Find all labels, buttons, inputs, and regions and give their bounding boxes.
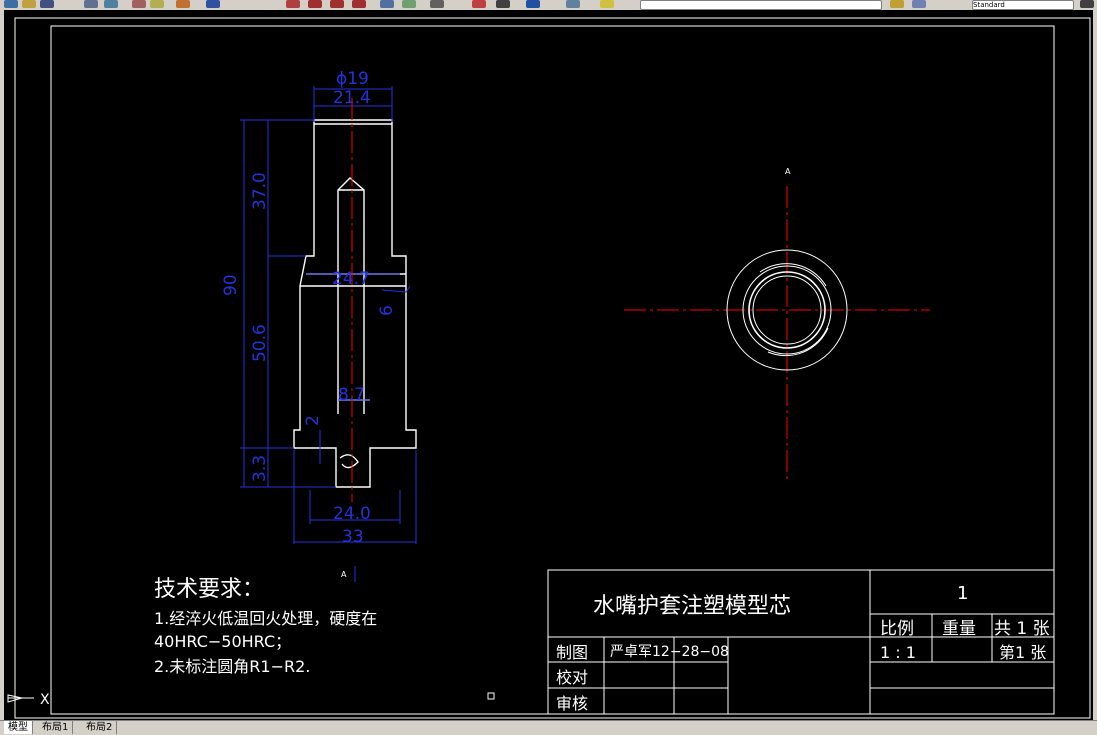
pin-outline	[337, 177, 365, 414]
paste-icon[interactable]	[176, 0, 190, 8]
text-style-icon[interactable]	[1080, 0, 1094, 8]
scale-value: 1 : 1	[880, 643, 916, 662]
check-label: 校对	[556, 668, 588, 687]
title-block-frame	[547, 569, 1055, 715]
properties-icon[interactable]	[380, 0, 394, 8]
dim-text-8-7: 8.7	[338, 385, 365, 405]
layer-manager-icon[interactable]	[566, 0, 580, 8]
calculator-icon[interactable]	[496, 0, 510, 8]
drawing-canvas[interactable]: ϕ19 21.4 37.0 90 24.7 6 50.6 8.7 2 3.3 2…	[0, 10, 1093, 720]
new-icon[interactable]	[4, 0, 18, 8]
thread-arc-top	[759, 263, 827, 287]
preview-icon[interactable]	[104, 0, 118, 8]
layer-previous-icon[interactable]	[912, 0, 926, 8]
slot-arc	[339, 454, 359, 469]
zoom-previous-icon[interactable]	[352, 0, 366, 8]
print-icon[interactable]	[84, 0, 98, 8]
dim-text-2: 2	[303, 415, 323, 426]
title-block-texts: 水嘴护套注塑模型芯 1 比例 重量 共 1 张 1 : 1 第1 张 制图 严卓…	[556, 583, 1050, 713]
dim-text-dia19: ϕ19	[336, 69, 369, 89]
dim-text-33: 33	[342, 527, 364, 547]
section-mark-bottom: A	[341, 570, 347, 579]
tech-line-2: 40HRC−50HRC；	[154, 632, 291, 651]
layer-state-icon[interactable]	[600, 0, 614, 8]
dim-text-24: 24.0	[333, 504, 371, 524]
cut-icon[interactable]	[132, 0, 146, 8]
ucs-x-label: X	[40, 692, 50, 708]
sheet-index: 第1 张	[999, 643, 1046, 662]
core-body-outline	[293, 119, 417, 488]
copy-icon[interactable]	[150, 0, 164, 8]
total-sheets: 共 1 张	[994, 619, 1050, 639]
zoom-window-icon[interactable]	[330, 0, 344, 8]
tab-layout2[interactable]: 布局2	[82, 721, 118, 734]
design-center-icon[interactable]	[402, 0, 416, 8]
tech-line-1: 1.经淬火低温回火处理，硬度在	[154, 609, 377, 628]
tech-line-3: 2.未标注圆角R1−R2.	[154, 657, 310, 676]
dim-text-90: 90	[221, 274, 241, 296]
dim-text-21-4: 21.4	[333, 88, 371, 108]
open-icon[interactable]	[22, 0, 36, 8]
center-lines	[351, 98, 930, 502]
dim-text-3-3: 3.3	[250, 455, 270, 482]
dim-text-50-6: 50.6	[250, 324, 270, 362]
drawn-label: 制图	[556, 643, 588, 662]
part-name: 水嘴护套注塑模型芯	[593, 594, 791, 619]
right-frame	[1093, 10, 1097, 720]
ucs-icon: X	[7, 692, 50, 708]
tab-layout1[interactable]: 布局1	[38, 721, 74, 734]
layout-tabs: 模型 布局1 布局2	[0, 720, 1097, 735]
core-part-outline	[293, 119, 417, 488]
dim-text-24-7: 24.7	[332, 269, 370, 289]
dim-text-37: 37.0	[250, 172, 270, 210]
section-mark-top: A	[785, 167, 791, 176]
tool-palette-icon[interactable]	[430, 0, 444, 8]
dim-text-6: 6	[377, 305, 397, 316]
scale-label: 比例	[880, 619, 914, 639]
style-dropdown[interactable]: Standard	[972, 0, 1074, 10]
review-label: 审核	[556, 694, 588, 713]
layer-dropdown[interactable]	[640, 0, 882, 10]
weight-label: 重量	[942, 619, 976, 639]
toolbar: Standard	[0, 0, 1097, 10]
zoom-realtime-icon[interactable]	[308, 0, 322, 8]
markup-icon[interactable]	[472, 0, 486, 8]
sheet-number: 1	[957, 583, 968, 604]
undo-icon[interactable]	[206, 0, 220, 8]
technical-requirements: 技术要求： 1.经淬火低温回火处理，硬度在 40HRC−50HRC； 2.未标注…	[154, 577, 377, 676]
tab-model[interactable]: 模型	[4, 721, 33, 734]
make-current-icon[interactable]	[890, 0, 904, 8]
title-block	[547, 569, 1055, 715]
cursor-pickbox	[487, 692, 495, 700]
drawn-by: 严卓军12−28−08	[610, 644, 729, 660]
save-icon[interactable]	[40, 0, 54, 8]
pan-icon[interactable]	[286, 0, 300, 8]
tech-title: 技术要求：	[154, 577, 264, 602]
help-icon[interactable]	[526, 0, 540, 8]
